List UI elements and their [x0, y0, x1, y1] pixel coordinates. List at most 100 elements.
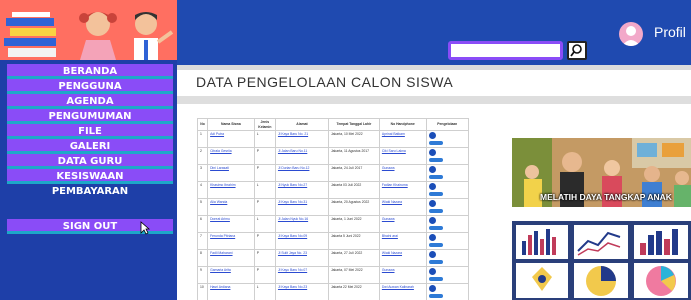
cell-text[interactable]: Ciki Saru Lakna — [382, 149, 406, 153]
cell-text[interactable]: Jl Nyuk Baru No.27 — [278, 183, 307, 187]
cell-text[interactable]: Fadli Maharani — [210, 251, 232, 255]
delete-button[interactable] — [428, 277, 443, 281]
search-button[interactable] — [567, 41, 587, 60]
edit-button[interactable] — [428, 149, 436, 156]
delete-button[interactable] — [428, 141, 443, 145]
sidebar-item-file[interactable]: FILE — [7, 124, 173, 139]
edit-button[interactable] — [428, 166, 436, 173]
table-cell-nama[interactable]: Doreat Arimu — [207, 215, 255, 233]
sidebar-item-pembayaran[interactable]: PEMBAYARAN — [7, 184, 173, 199]
column-header[interactable]: Jenis Kelamin — [253, 118, 276, 131]
column-header[interactable]: Nama Siswa — [207, 118, 255, 131]
table-cell-hp[interactable]: Aprinal Batkam — [378, 130, 427, 148]
cell-text[interactable]: Ferunda Pitriana — [210, 234, 235, 238]
table-cell-nama[interactable]: Gamaria Arita — [207, 266, 255, 284]
table-cell-nama[interactable]: Dini Larasati — [207, 164, 255, 182]
edit-button[interactable] — [428, 285, 436, 292]
table-cell-hp[interactable]: Wiaki Nazara — [378, 249, 427, 267]
table-cell-hp[interactable]: Gunawa — [378, 215, 427, 233]
cell-text[interactable]: Jl Kaya Baru No.23 — [278, 285, 307, 289]
table-cell-alamat[interactable]: Jl Kayu Baru No.07 — [274, 266, 329, 284]
table-body: 1 Adi Putra L Jl Kaya Baru No. 21 Jakarta, 1… — [196, 130, 470, 300]
table-cell-hp[interactable]: Wiaki Nazara — [378, 198, 427, 216]
cell-text[interactable]: Dini Larasati — [210, 166, 229, 170]
delete-button[interactable] — [428, 294, 443, 298]
table-cell-hp[interactable]: Dwi Auwan Kalinarah — [378, 283, 427, 300]
cell-text[interactable]: Fadlan Khairuma — [382, 183, 408, 187]
sidebar-item-kesiswaan[interactable]: KESISWAAN — [7, 169, 173, 184]
table-cell-nama[interactable]: Ferunda Pitriana — [207, 232, 255, 250]
edit-button[interactable] — [428, 200, 436, 207]
sidebar-item-pengumuman[interactable]: PENGUMUMAN — [7, 109, 173, 124]
table-cell-nama[interactable]: Khasimo Ibrahim — [207, 181, 255, 199]
cell-text[interactable]: Jl Kayu Baru No.07 — [278, 268, 307, 272]
cell-text[interactable]: Aprinal Batkam — [382, 132, 405, 136]
table-cell-alamat[interactable]: Jl Jalan Nyuk No.16 — [274, 215, 329, 233]
table-cell-actions — [425, 266, 470, 284]
table-cell-hp[interactable]: Ciki Saru Lakna — [378, 147, 427, 165]
sidebar-item-agenda[interactable]: AGENDA — [7, 94, 173, 109]
cell-text[interactable]: Hasri Ardiana — [210, 285, 230, 289]
column-header[interactable]: No Handphone — [378, 118, 427, 131]
cell-text[interactable]: Jl Jalan Baru No.11 — [278, 149, 307, 153]
table-cell-alamat[interactable]: Jl Nyuk Baru No.27 — [274, 181, 329, 199]
edit-button[interactable] — [428, 234, 436, 241]
cell-text[interactable]: Gunawa — [382, 166, 395, 170]
cell-text[interactable]: Adi Putra — [210, 132, 224, 136]
edit-button[interactable] — [428, 268, 436, 275]
cell-text[interactable]: Gunawa — [382, 268, 395, 272]
edit-button[interactable] — [428, 251, 436, 258]
cell-text[interactable]: Jl Kaya Baru No. 21 — [278, 132, 308, 136]
sidebar-item-beranda[interactable]: BERANDA — [7, 64, 173, 79]
cell-text[interactable]: Jl Kaya Baru No.09 — [278, 234, 307, 238]
sidebar-item-pengguna[interactable]: PENGGUNA — [7, 79, 173, 94]
profile-avatar-icon[interactable] — [619, 22, 643, 46]
cell-text[interactable]: Jl Sulit Jaya No. 23 — [278, 251, 307, 255]
cell-text[interactable]: Citrala Gesriia — [210, 149, 231, 153]
cell-text[interactable]: Alia Wanda — [210, 200, 227, 204]
edit-button[interactable] — [428, 183, 436, 190]
delete-button[interactable] — [428, 260, 443, 264]
cell-text[interactable]: Doreat Arimu — [210, 217, 230, 221]
table-cell-alamat[interactable]: Jl Jalan Baru No.11 — [274, 147, 329, 165]
search-input[interactable] — [448, 41, 563, 60]
table-cell-alamat[interactable]: Jl Kaya Baru No. 21 — [274, 130, 329, 148]
edit-button[interactable] — [428, 217, 436, 224]
table-cell-nama[interactable]: Alia Wanda — [207, 198, 255, 216]
table-cell-nama[interactable]: Hasri Ardiana — [207, 283, 255, 300]
sidebar-item-galeri[interactable]: GALERI — [7, 139, 173, 154]
cell-text[interactable]: Jl Jalan Nyuk No.16 — [278, 217, 308, 221]
cell-text[interactable]: Jl Durian Baru No.12 — [278, 166, 309, 170]
column-header[interactable]: Tempat Tanggal Lahir — [327, 118, 380, 131]
table-cell-hp[interactable]: Fadlan Khairuma — [378, 181, 427, 199]
table-cell-alamat[interactable]: Jl Sulit Jaya No. 23 — [274, 249, 329, 267]
column-header[interactable]: Alamat — [274, 118, 329, 131]
table-cell-nama[interactable]: Adi Putra — [207, 130, 255, 148]
delete-button[interactable] — [428, 192, 443, 196]
sidebar-item-data-guru[interactable]: DATA GURU — [7, 154, 173, 169]
cell-text[interactable]: Gamaria Arita — [210, 268, 231, 272]
table-cell-hp[interactable]: Bhaini arai — [378, 232, 427, 250]
table-cell-nama[interactable]: Citrala Gesriia — [207, 147, 255, 165]
delete-button[interactable] — [428, 243, 443, 247]
table-cell-alamat[interactable]: Jl Kaya Baru No.09 — [274, 232, 329, 250]
table-cell-alamat[interactable]: Jl Kaya Baru No.23 — [274, 283, 329, 300]
cell-text[interactable]: Wiaki Nazara — [382, 200, 402, 204]
table-cell-nama[interactable]: Fadli Maharani — [207, 249, 255, 267]
cell-text[interactable]: Wiaki Nazara — [382, 251, 402, 255]
delete-button[interactable] — [428, 226, 443, 230]
edit-button[interactable] — [428, 132, 436, 139]
cell-text[interactable]: Jl Kayu Baru No.31 — [278, 200, 307, 204]
cell-text[interactable]: Gunawa — [382, 217, 395, 221]
cell-text[interactable]: Khasimo Ibrahim — [210, 183, 235, 187]
profile-label[interactable]: Profil — [654, 24, 686, 40]
delete-button[interactable] — [428, 175, 443, 179]
table-cell-alamat[interactable]: Jl Kayu Baru No.31 — [274, 198, 329, 216]
cell-text[interactable]: Dwi Auwan Kalinarah — [382, 285, 414, 289]
table-cell-hp[interactable]: Gunawa — [378, 164, 427, 182]
delete-button[interactable] — [428, 209, 443, 213]
table-cell-hp[interactable]: Gunawa — [378, 266, 427, 284]
table-cell-alamat[interactable]: Jl Durian Baru No.12 — [274, 164, 329, 182]
cell-text[interactable]: Bhaini arai — [382, 234, 398, 238]
delete-button[interactable] — [428, 158, 443, 162]
